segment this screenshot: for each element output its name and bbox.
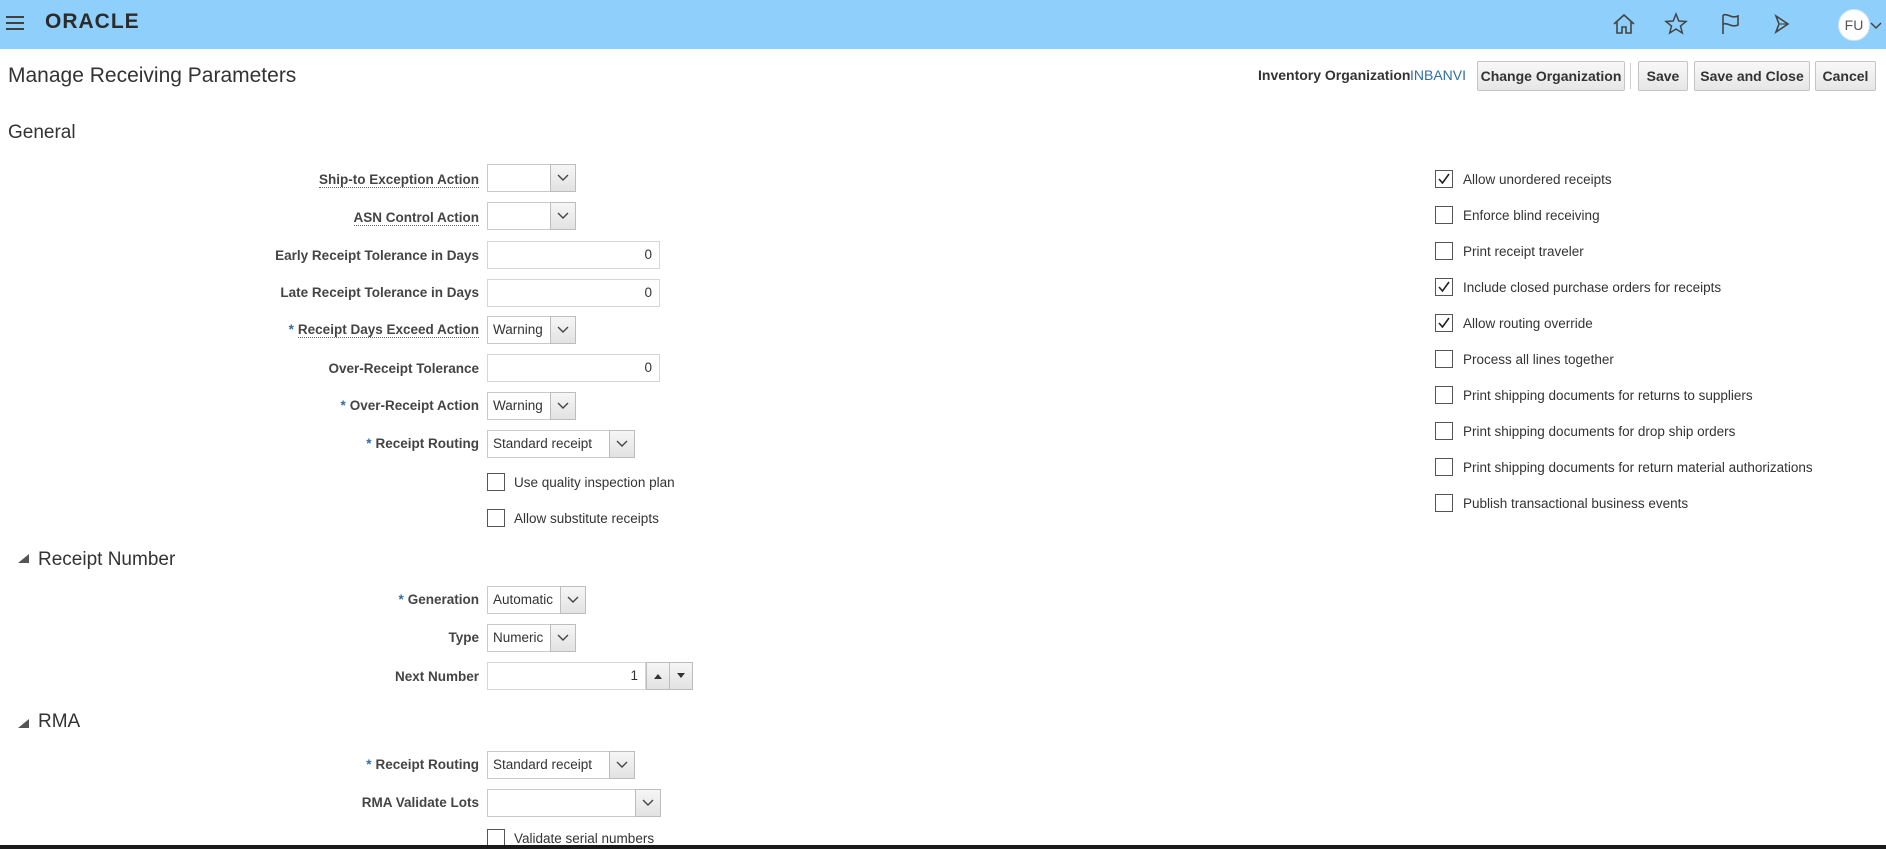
- home-icon[interactable]: [1610, 10, 1638, 38]
- allow-unordered-receipts-label: Allow unordered receipts: [1463, 172, 1612, 187]
- validate-serial-numbers-label: Validate serial numbers: [514, 831, 655, 846]
- generation-select[interactable]: Automatic: [487, 586, 586, 614]
- print-receipt-traveler-checkbox[interactable]: [1435, 242, 1453, 260]
- required-marker: *: [366, 757, 372, 772]
- publish-business-events-checkbox[interactable]: [1435, 494, 1453, 512]
- section-title-general: General: [8, 122, 76, 143]
- type-select[interactable]: Numeric: [487, 624, 576, 652]
- over-receipt-tolerance-input[interactable]: 0: [487, 354, 660, 382]
- chevron-down-icon[interactable]: [635, 789, 661, 817]
- inventory-organization-label: Inventory Organization: [1258, 67, 1411, 83]
- receipt-days-exceed-action-select[interactable]: Warning: [487, 316, 576, 344]
- change-organization-button[interactable]: Change Organization: [1477, 61, 1625, 91]
- generation-label: * Generation: [398, 592, 479, 607]
- oracle-logo: ORACLE: [45, 10, 140, 33]
- inventory-organization-value[interactable]: INBANVI: [1410, 67, 1466, 83]
- chevron-down-icon[interactable]: [550, 164, 576, 192]
- user-avatar[interactable]: FU: [1838, 9, 1870, 41]
- ship-to-exception-action-select[interactable]: [487, 164, 576, 192]
- checkmark-icon: [1438, 317, 1450, 329]
- next-number-input[interactable]: 1: [487, 662, 693, 690]
- receipt-routing-select[interactable]: Standard receipt: [487, 430, 635, 458]
- flag-icon[interactable]: [1716, 10, 1744, 38]
- required-marker: *: [340, 398, 346, 413]
- late-receipt-tolerance-input[interactable]: 0: [487, 279, 660, 307]
- chevron-down-icon[interactable]: [609, 751, 635, 779]
- required-marker: *: [398, 592, 404, 607]
- rma-validate-lots-select[interactable]: [487, 789, 661, 817]
- rma-receipt-routing-label: * Receipt Routing: [366, 757, 479, 772]
- print-docs-returns-to-suppliers-checkbox[interactable]: [1435, 386, 1453, 404]
- ship-to-exception-action-label: Ship-to Exception Action: [319, 172, 479, 188]
- decrement-button[interactable]: [669, 662, 693, 690]
- toolbar-separator: [1630, 63, 1631, 89]
- hamburger-menu-icon[interactable]: [6, 16, 24, 30]
- global-header: ORACLE FU: [0, 0, 1886, 49]
- over-receipt-tolerance-label: Over-Receipt Tolerance: [328, 361, 479, 376]
- bell-icon[interactable]: [1768, 10, 1796, 38]
- allow-substitute-receipts-label: Allow substitute receipts: [514, 511, 659, 526]
- allow-substitute-receipts-checkbox[interactable]: [487, 509, 505, 527]
- publish-business-events-label: Publish transactional business events: [1463, 496, 1689, 511]
- early-receipt-tolerance-input[interactable]: 0: [487, 241, 660, 269]
- chevron-down-icon[interactable]: [550, 392, 576, 420]
- chevron-up-icon: [654, 674, 662, 679]
- over-receipt-action-label: * Over-Receipt Action: [340, 398, 479, 413]
- save-and-close-button[interactable]: Save and Close: [1694, 61, 1810, 91]
- print-docs-rma-label: Print shipping documents for return mate…: [1463, 460, 1813, 475]
- chevron-down-icon[interactable]: [550, 316, 576, 344]
- receipt-routing-label: * Receipt Routing: [366, 436, 479, 451]
- print-docs-drop-ship-orders-label: Print shipping documents for drop ship o…: [1463, 424, 1736, 439]
- asn-control-action-label: ASN Control Action: [353, 210, 479, 226]
- process-all-lines-together-checkbox[interactable]: [1435, 350, 1453, 368]
- include-closed-purchase-orders-checkbox[interactable]: [1435, 278, 1453, 296]
- enforce-blind-receiving-label: Enforce blind receiving: [1463, 208, 1600, 223]
- next-number-label: Next Number: [394, 669, 479, 684]
- print-docs-rma-checkbox[interactable]: [1435, 458, 1453, 476]
- chevron-down-icon[interactable]: [560, 586, 586, 614]
- page-title: Manage Receiving Parameters: [8, 64, 297, 87]
- early-receipt-tolerance-label: Early Receipt Tolerance in Days: [275, 248, 479, 263]
- cancel-button[interactable]: Cancel: [1815, 61, 1876, 91]
- required-marker: *: [288, 322, 294, 337]
- star-icon[interactable]: [1662, 10, 1690, 38]
- chevron-down-icon[interactable]: [550, 624, 576, 652]
- checkmark-icon: [1438, 281, 1450, 293]
- type-label: Type: [448, 630, 479, 645]
- late-receipt-tolerance-label: Late Receipt Tolerance in Days: [280, 285, 479, 300]
- chevron-down-icon[interactable]: [1870, 18, 1882, 30]
- collapse-triangle-icon[interactable]: [18, 719, 29, 728]
- checkmark-icon: [1438, 173, 1450, 185]
- receipt-days-exceed-action-label: * Receipt Days Exceed Action: [288, 322, 479, 338]
- allow-routing-override-checkbox[interactable]: [1435, 314, 1453, 332]
- chevron-down-icon: [677, 673, 685, 678]
- rma-validate-lots-label: RMA Validate Lots: [361, 795, 479, 810]
- chevron-down-icon[interactable]: [550, 202, 576, 230]
- print-docs-returns-to-suppliers-label: Print shipping documents for returns to …: [1463, 388, 1753, 403]
- required-marker: *: [366, 436, 372, 451]
- print-docs-drop-ship-orders-checkbox[interactable]: [1435, 422, 1453, 440]
- chevron-down-icon[interactable]: [609, 430, 635, 458]
- collapse-triangle-icon[interactable]: [18, 554, 29, 563]
- save-button[interactable]: Save: [1638, 61, 1688, 91]
- asn-control-action-select[interactable]: [487, 202, 576, 230]
- enforce-blind-receiving-checkbox[interactable]: [1435, 206, 1453, 224]
- use-quality-inspection-plan-label: Use quality inspection plan: [514, 475, 675, 490]
- over-receipt-action-select[interactable]: Warning: [487, 392, 576, 420]
- include-closed-purchase-orders-label: Include closed purchase orders for recei…: [1463, 280, 1722, 295]
- print-receipt-traveler-label: Print receipt traveler: [1463, 244, 1584, 259]
- section-title-rma[interactable]: RMA: [38, 711, 80, 733]
- allow-unordered-receipts-checkbox[interactable]: [1435, 170, 1453, 188]
- process-all-lines-together-label: Process all lines together: [1463, 352, 1614, 367]
- increment-button[interactable]: [646, 662, 670, 690]
- bottom-edge-bar: [0, 845, 1886, 849]
- allow-routing-override-label: Allow routing override: [1463, 316, 1593, 331]
- section-title-receipt-number[interactable]: Receipt Number: [38, 549, 175, 571]
- rma-receipt-routing-select[interactable]: Standard receipt: [487, 751, 635, 779]
- use-quality-inspection-plan-checkbox[interactable]: [487, 473, 505, 491]
